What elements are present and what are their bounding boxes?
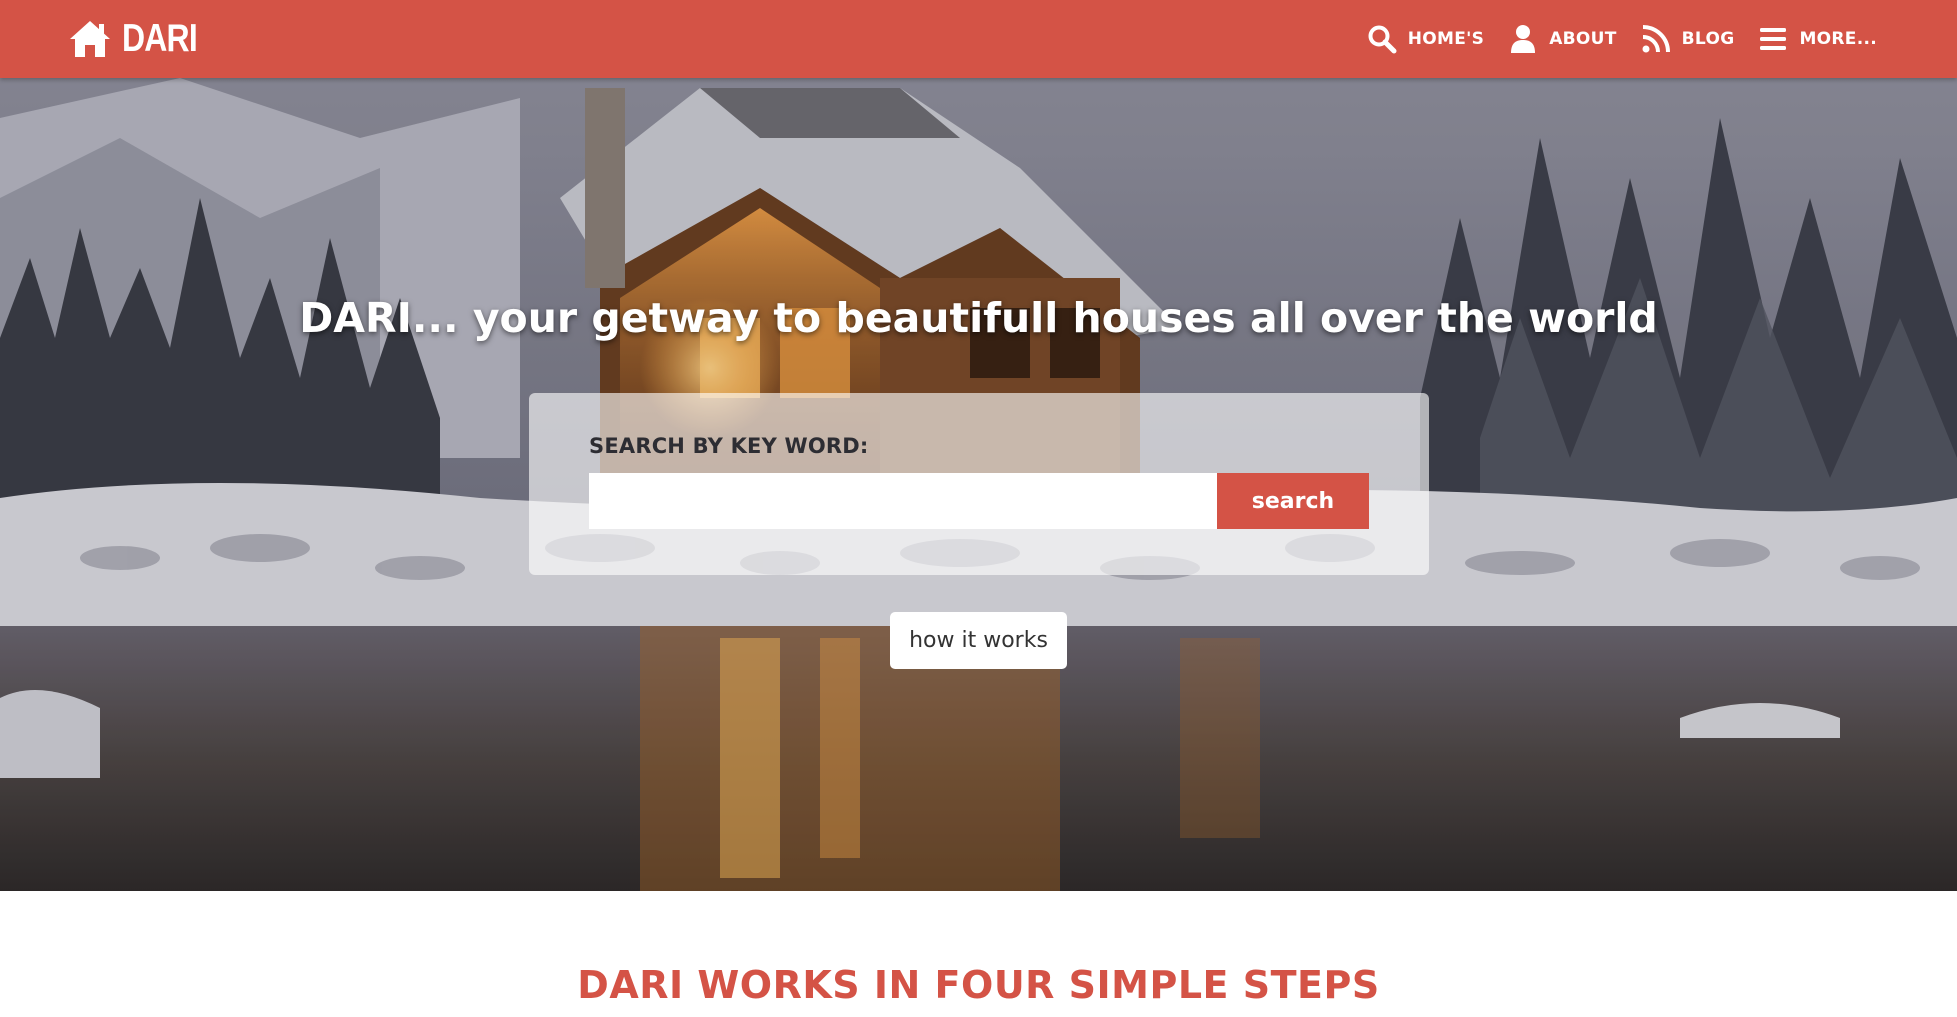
nav-item-more-label: MORE... <box>1799 29 1877 49</box>
nav-item-homes-label: HOME'S <box>1407 29 1485 49</box>
brand-link[interactable]: DARI <box>68 16 213 62</box>
nav-item-homes[interactable]: HOME'S <box>1367 24 1484 54</box>
home-icon <box>68 19 112 59</box>
brand-name: DARI <box>122 17 198 60</box>
steps-section-title: DARI WORKS IN FOUR SIMPLE STEPS <box>577 963 1380 1007</box>
user-icon <box>1508 24 1538 54</box>
nav-item-about[interactable]: ABOUT <box>1508 24 1616 54</box>
nav-item-about-label: ABOUT <box>1549 29 1617 49</box>
search-input[interactable] <box>589 473 1217 529</box>
nav-item-blog[interactable]: BLOG <box>1641 24 1735 54</box>
menu-icon <box>1758 24 1788 54</box>
rss-icon <box>1641 24 1671 54</box>
top-navbar: DARI HOME'S ABOUT BLOG MORE... <box>0 0 1957 78</box>
search-icon <box>1367 24 1397 54</box>
search-panel: SEARCH BY KEY WORD: search <box>529 393 1429 575</box>
hero-title: DARI... your getway to beautifull houses… <box>299 294 1658 342</box>
nav-item-more[interactable]: MORE... <box>1758 24 1877 54</box>
search-label: SEARCH BY KEY WORD: <box>589 434 869 458</box>
search-button[interactable]: search <box>1217 473 1369 529</box>
nav-links: HOME'S ABOUT BLOG MORE... <box>1343 18 1877 60</box>
hero-section: DARI... your getway to beautifull houses… <box>0 78 1957 891</box>
how-it-works-button[interactable]: how it works <box>890 612 1067 669</box>
nav-item-blog-label: BLOG <box>1681 29 1735 49</box>
